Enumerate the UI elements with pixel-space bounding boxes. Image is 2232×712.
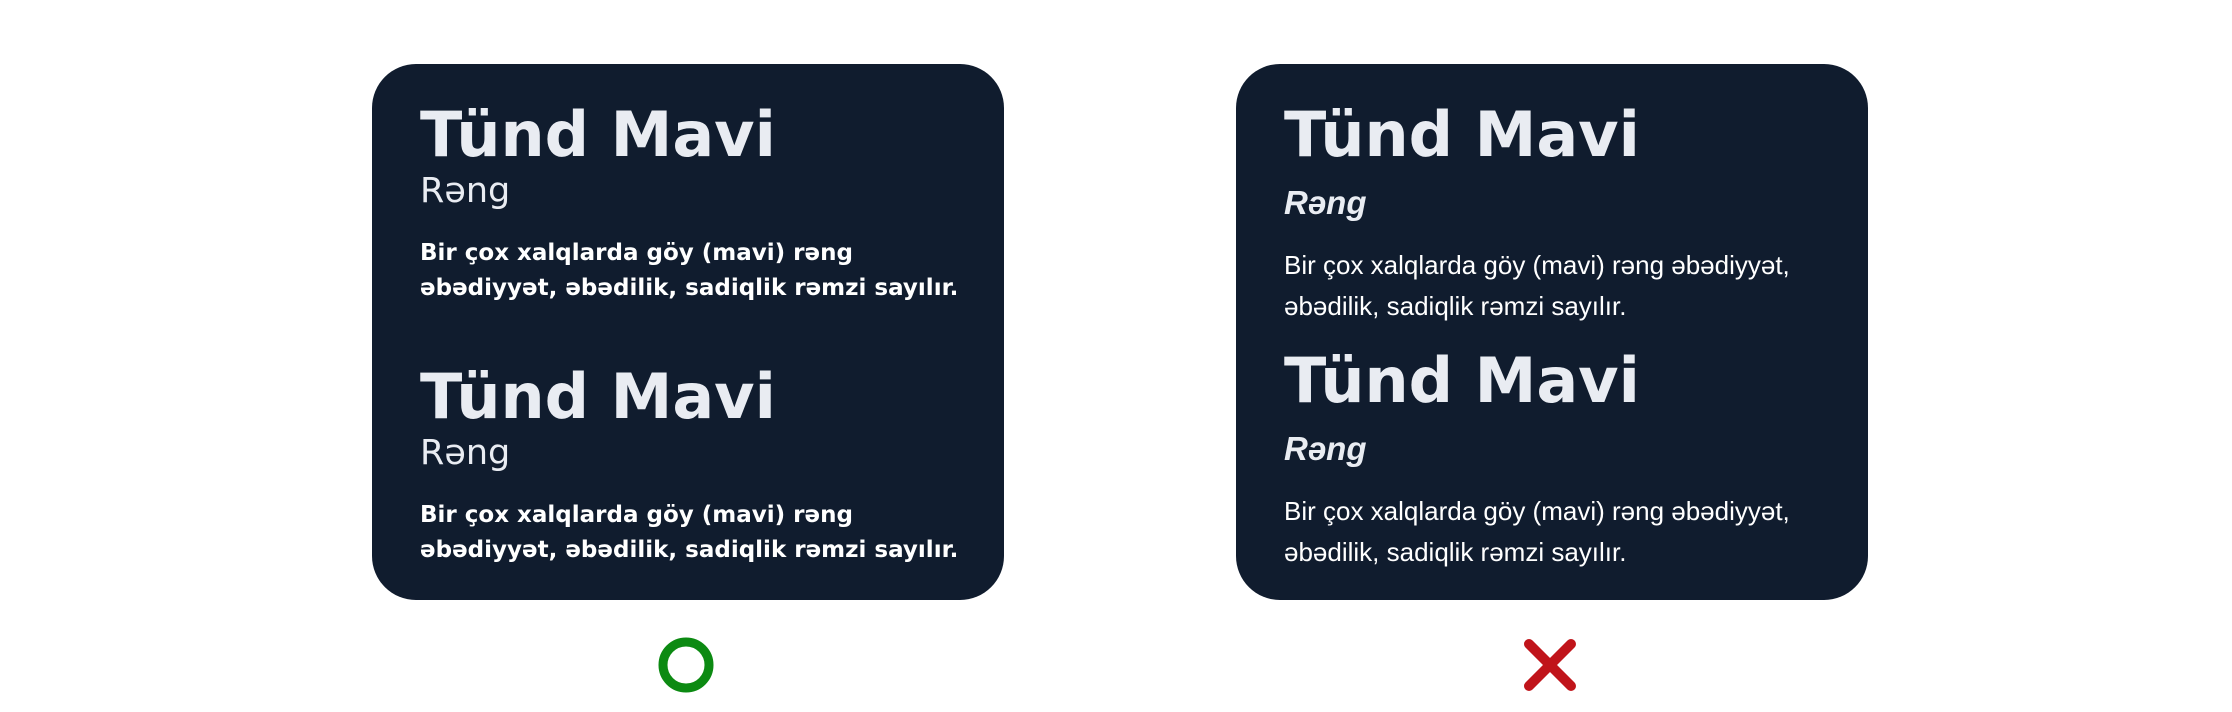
circle-icon [658,637,714,693]
block-title: Tünd Mavi [420,98,776,171]
incorrect-example-card: Tünd Mavi Rəng Bir çox xalqlarda göy (ma… [1236,64,1868,600]
text-block: Tünd Mavi Rəng Bir çox xalqlarda göy (ma… [1284,350,1844,573]
text-block: Tünd Mavi Rəng Bir çox xalqlarda göy (ma… [420,104,980,306]
correct-example-card: Tünd Mavi Rəng Bir çox xalqlarda göy (ma… [372,64,1004,600]
block-subtitle: Rəng [420,171,511,211]
block-body: Bir çox xalqlarda göy (mavi) rəng əbədiy… [1284,496,1790,567]
block-body: Bir çox xalqlarda göy (mavi) rəng əbədiy… [420,502,959,563]
block-title: Tünd Mavi [420,360,776,433]
block-subtitle: Rəng [1284,430,1367,467]
block-subtitle: Rəng [1284,184,1367,221]
text-block: Tünd Mavi Rəng Bir çox xalqlarda göy (ma… [420,366,980,568]
block-subtitle: Rəng [420,433,511,473]
block-body: Bir çox xalqlarda göy (mavi) rəng əbədiy… [420,240,959,301]
block-title: Tünd Mavi [1284,344,1640,417]
block-title: Tünd Mavi [1284,98,1640,171]
block-body: Bir çox xalqlarda göy (mavi) rəng əbədiy… [1284,250,1790,321]
cross-icon [1524,639,1576,691]
text-block: Tünd Mavi Rəng Bir çox xalqlarda göy (ma… [1284,104,1844,327]
